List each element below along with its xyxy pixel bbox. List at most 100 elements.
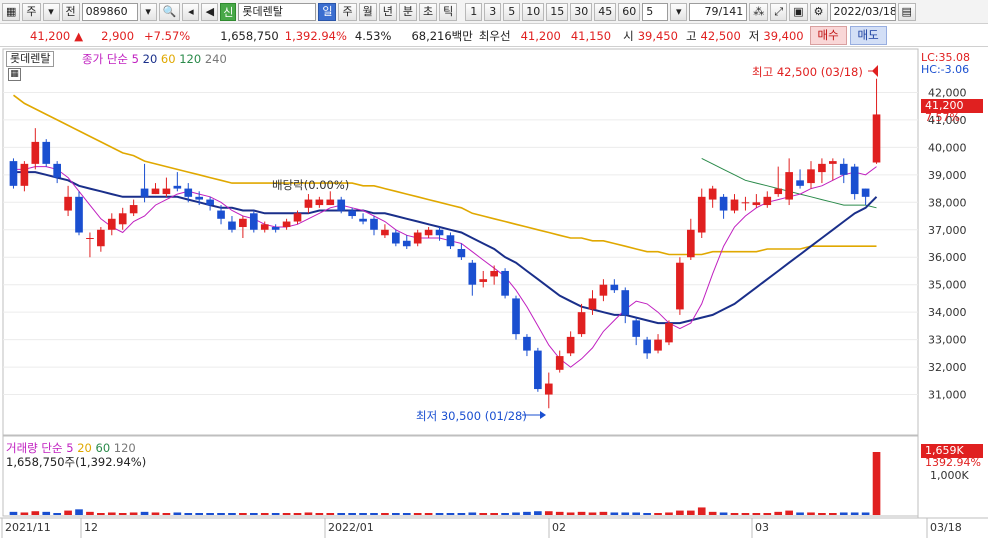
- volume-bar: [435, 513, 444, 515]
- prev-stock-icon[interactable]: ◂: [182, 2, 200, 21]
- volume-bar: [534, 511, 542, 515]
- tab-day[interactable]: 일: [318, 2, 337, 21]
- volume-bar: [140, 511, 149, 515]
- stock-code-input[interactable]: 089860: [81, 2, 138, 21]
- legend-ma20: 20: [142, 52, 158, 66]
- best-bid: 41,150: [570, 28, 612, 43]
- dropdown-arrow-icon[interactable]: ▾: [42, 2, 60, 21]
- draw-tool-icon[interactable]: ⤢: [770, 2, 788, 21]
- candle-body: [348, 210, 356, 217]
- volume-bar: [118, 513, 127, 515]
- volume-bar: [566, 512, 575, 515]
- tab-second[interactable]: 초: [418, 2, 438, 21]
- candle-body: [129, 205, 138, 214]
- candle-body: [861, 188, 870, 197]
- save-icon[interactable]: ▣: [789, 2, 808, 21]
- volume-bar: [293, 513, 302, 515]
- price-tick-label: 32,000: [928, 361, 967, 374]
- candle-body: [829, 161, 837, 164]
- x-tick-label: 2022/01: [328, 521, 374, 534]
- candle-body: [381, 229, 389, 236]
- minute-30[interactable]: 30: [570, 2, 593, 21]
- chart-canvas[interactable]: 1,000K 31,000 32,000 33,000 34,000 35,000 36,…: [0, 47, 988, 538]
- volume-bar: [206, 513, 214, 515]
- sound-icon[interactable]: ◀: [201, 2, 219, 21]
- price-chart[interactable]: 1,000K 31,000 32,000 33,000 34,000 35,000 36,…: [0, 47, 988, 538]
- high-label: 고: [685, 28, 697, 43]
- tab-tick[interactable]: 틱: [439, 2, 458, 21]
- date-input[interactable]: 2022/03/18: [829, 2, 896, 21]
- minute-45[interactable]: 45: [594, 2, 617, 21]
- volume-bar: [490, 513, 498, 515]
- tab-year[interactable]: 년: [378, 2, 397, 21]
- grid-icon[interactable]: ⁂: [749, 2, 769, 21]
- volume-bar: [697, 507, 706, 515]
- minute-15[interactable]: 15: [546, 2, 569, 21]
- candle-body: [304, 199, 313, 208]
- price-tick-label: 39,000: [928, 169, 967, 182]
- volume-bar: [523, 511, 531, 515]
- code-dropdown-icon[interactable]: ▾: [139, 2, 157, 21]
- minute-1[interactable]: 1: [465, 2, 483, 21]
- volume-bar: [359, 513, 367, 515]
- minute-5[interactable]: 5: [503, 2, 521, 21]
- volume-bar: [107, 512, 116, 515]
- volume-bar: [872, 452, 881, 515]
- tab-week[interactable]: 주: [338, 2, 357, 21]
- candle-body: [206, 199, 214, 206]
- candle-body: [544, 383, 553, 395]
- gear-icon[interactable]: ⚙: [809, 2, 828, 21]
- volume-bar: [512, 512, 520, 515]
- volume-tag-pct: 1392.94%: [925, 456, 981, 469]
- candle-body: [118, 213, 127, 225]
- buy-button[interactable]: 매수: [809, 26, 847, 45]
- volume-bar: [86, 511, 94, 515]
- volume-bar: [839, 512, 848, 515]
- interval-input[interactable]: 5: [642, 2, 669, 21]
- best-label: 최우선: [478, 28, 511, 43]
- sell-button[interactable]: 매도: [849, 26, 887, 45]
- candle-body: [457, 248, 466, 258]
- volume-bar: [610, 512, 619, 515]
- price-tick-label: 33,000: [928, 334, 967, 347]
- candle-body: [337, 199, 346, 211]
- legend-stock-name[interactable]: 롯데렌탈: [6, 51, 55, 67]
- legend-ma: 종가 단순 5 20 60 120 240: [82, 51, 227, 67]
- x-tick-label: 03: [755, 521, 769, 534]
- current-price-tag-pct: 7.57%: [925, 111, 960, 124]
- period-select[interactable]: 주: [22, 2, 41, 21]
- minute-10[interactable]: 10: [522, 2, 545, 21]
- price-change-pct: +7.57%: [144, 28, 191, 43]
- volume-bar: [392, 513, 400, 515]
- volume-bar: [588, 512, 597, 515]
- search-icon[interactable]: 🔍: [158, 2, 181, 21]
- current-price: 41,200: [30, 28, 71, 43]
- candle-body: [370, 218, 378, 230]
- candle-body: [97, 229, 105, 247]
- interval-dropdown-icon[interactable]: ▾: [670, 2, 688, 21]
- volume-bar: [501, 513, 509, 515]
- candle-body: [195, 196, 204, 200]
- legend-ma240: 240: [204, 52, 227, 66]
- minute-3[interactable]: 3: [484, 2, 502, 21]
- chart-window-icon[interactable]: ▦: [2, 2, 21, 21]
- x-tick-label: 2021/11: [5, 521, 51, 534]
- volume-tick-label: 1,000K: [930, 469, 969, 482]
- low-price: 39,400: [763, 28, 804, 43]
- minute-60[interactable]: 60: [618, 2, 641, 21]
- volume-bar: [173, 512, 182, 515]
- candle-body: [708, 188, 717, 200]
- candle-body: [107, 218, 116, 230]
- tab-month[interactable]: 월: [358, 2, 377, 21]
- prev-button[interactable]: 전: [61, 2, 80, 21]
- candle-body: [839, 163, 848, 175]
- volume-bar: [20, 512, 29, 515]
- volume-bar: [861, 512, 870, 515]
- calendar-icon[interactable]: ▤: [897, 2, 916, 21]
- volume-bar: [741, 513, 750, 515]
- volume-bar: [315, 513, 324, 515]
- volume-bar: [228, 513, 236, 515]
- tab-minute[interactable]: 분: [398, 2, 417, 21]
- table-icon[interactable]: ▦: [8, 68, 21, 81]
- volume-bar: [785, 510, 793, 515]
